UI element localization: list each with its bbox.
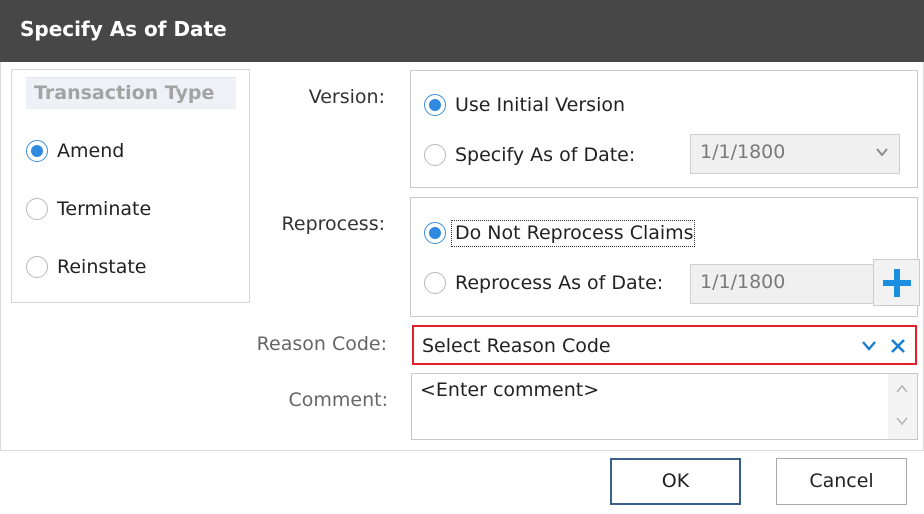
reason-code-value: Select Reason Code	[422, 335, 611, 357]
clear-icon[interactable]	[890, 338, 906, 354]
radio-reprocess-as-of-date[interactable]: Reprocess As of Date:	[424, 272, 663, 294]
reprocess-date-field[interactable]: 1/1/1800	[690, 264, 880, 304]
radio-unselected-icon	[424, 272, 446, 294]
dialog-title-bar: Specify As of Date	[0, 0, 924, 62]
radio-amend-label: Amend	[57, 140, 125, 162]
version-date-dropdown[interactable]: 1/1/1800	[690, 134, 900, 174]
comment-textarea[interactable]: <Enter comment>	[411, 373, 918, 440]
comment-label: Comment:	[288, 389, 389, 411]
radio-specify-as-of-date-label: Specify As of Date:	[455, 144, 636, 166]
radio-reinstate-label: Reinstate	[57, 256, 147, 278]
radio-unselected-icon	[26, 198, 48, 220]
version-date-value: 1/1/1800	[700, 141, 786, 163]
radio-terminate[interactable]: Terminate	[26, 198, 151, 220]
transaction-type-header: Transaction Type	[26, 77, 236, 109]
footer-divider	[0, 450, 924, 451]
radio-reprocess-as-of-date-label: Reprocess As of Date:	[455, 272, 664, 294]
radio-amend[interactable]: Amend	[26, 140, 124, 162]
chevron-down-icon[interactable]	[861, 340, 877, 352]
radio-unselected-icon	[26, 256, 48, 278]
comment-placeholder: <Enter comment>	[420, 379, 600, 401]
focus-indicator	[451, 220, 695, 247]
add-button[interactable]	[873, 259, 920, 306]
radio-selected-icon	[26, 140, 48, 162]
comment-scrollbar[interactable]	[888, 374, 917, 439]
chevron-down-icon[interactable]	[896, 416, 908, 426]
radio-use-initial-version[interactable]: Use Initial Version	[424, 94, 625, 116]
radio-specify-as-of-date[interactable]: Specify As of Date:	[424, 144, 635, 166]
transaction-type-title: Transaction Type	[34, 82, 215, 104]
ok-button[interactable]: OK	[610, 458, 741, 505]
reprocess-label: Reprocess:	[281, 213, 385, 235]
chevron-down-icon	[876, 148, 888, 157]
cancel-button[interactable]: Cancel	[776, 458, 907, 505]
plus-icon	[883, 269, 911, 297]
radio-unselected-icon	[424, 144, 446, 166]
radio-selected-icon	[424, 94, 446, 116]
version-label: Version:	[308, 86, 385, 108]
radio-reinstate[interactable]: Reinstate	[26, 256, 147, 278]
radio-use-initial-version-label: Use Initial Version	[455, 94, 626, 116]
chevron-up-icon[interactable]	[896, 384, 908, 394]
reason-code-dropdown[interactable]: Select Reason Code	[412, 325, 917, 365]
reprocess-date-value: 1/1/1800	[700, 271, 786, 293]
dialog-title: Specify As of Date	[20, 17, 227, 41]
radio-selected-icon	[424, 222, 446, 244]
radio-terminate-label: Terminate	[57, 198, 152, 220]
reason-code-label: Reason Code:	[256, 333, 387, 355]
